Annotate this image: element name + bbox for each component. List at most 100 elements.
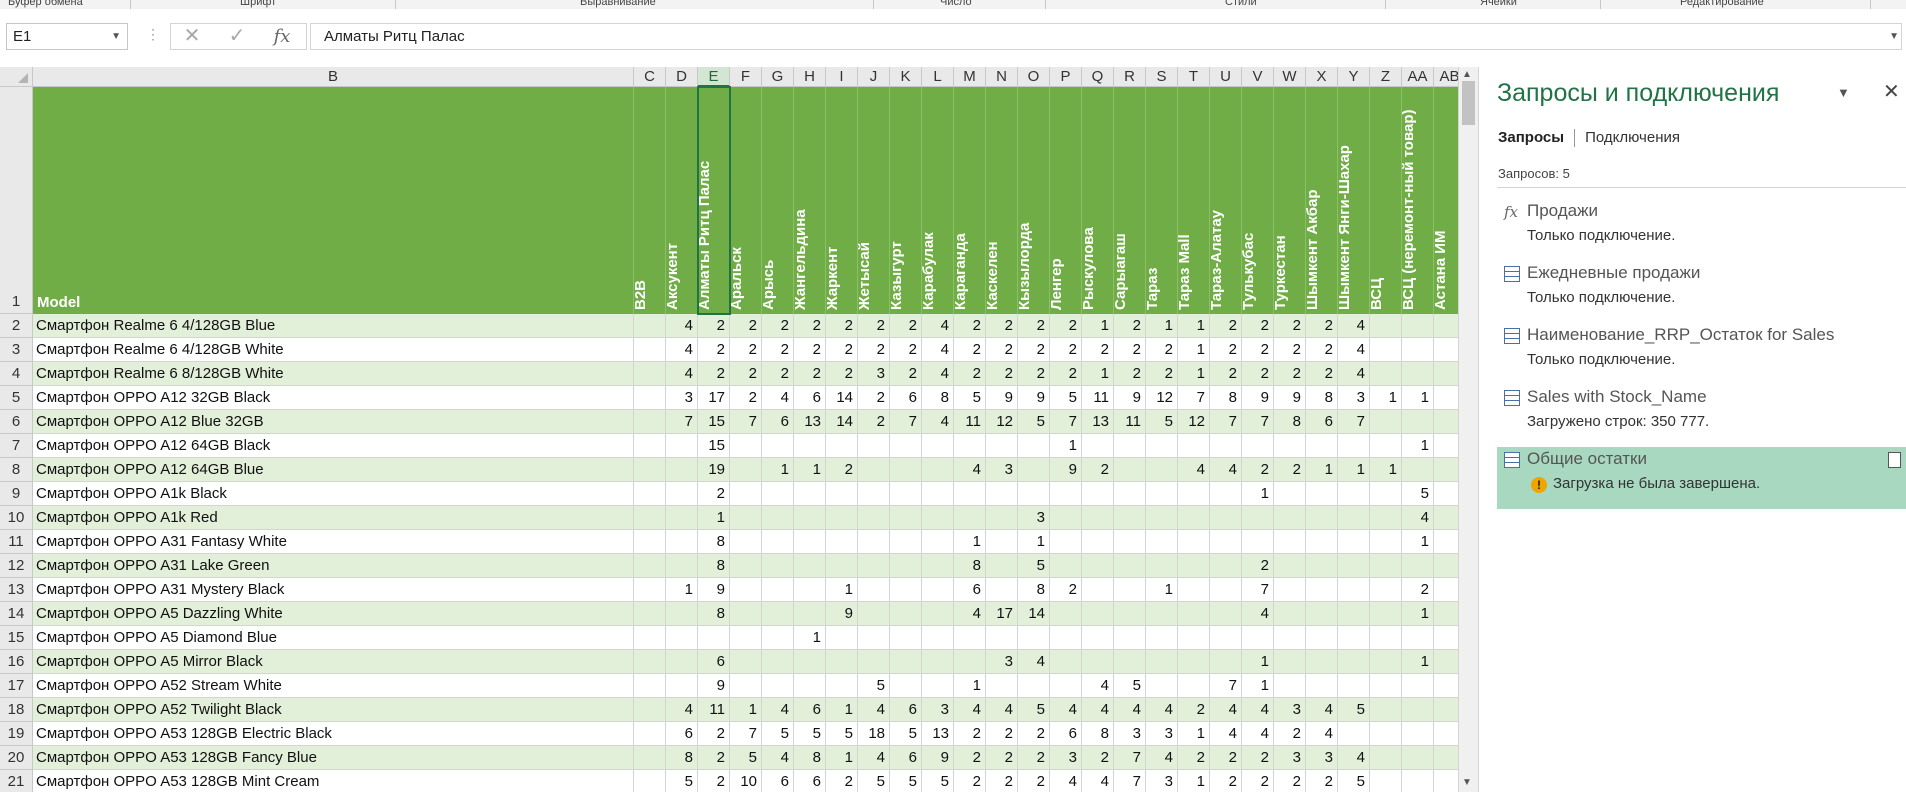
row-header[interactable]: 18 [0,698,33,722]
data-cell[interactable] [1114,650,1146,674]
drag-handle-icon[interactable]: ⋮ [146,26,160,43]
data-cell[interactable] [634,386,666,410]
data-cell[interactable]: 9 [1242,386,1274,410]
data-cell[interactable]: 1 [1178,362,1210,386]
query-item[interactable]: Общие остатки! Загрузка не была завершена… [1497,447,1906,509]
data-cell[interactable] [1050,674,1082,698]
data-cell[interactable]: 2 [762,314,794,338]
data-cell[interactable] [890,482,922,506]
data-cell[interactable] [634,554,666,578]
data-cell[interactable] [1242,626,1274,650]
data-cell[interactable] [858,530,890,554]
data-cell[interactable] [1082,626,1114,650]
data-cell[interactable]: 2 [1242,770,1274,792]
model-cell[interactable]: Смартфон OPPO A12 32GB Black [33,386,634,410]
data-cell[interactable]: 2 [1178,698,1210,722]
data-cell[interactable] [1370,722,1402,746]
data-cell[interactable]: 5 [858,674,890,698]
data-cell[interactable] [1146,506,1178,530]
data-cell[interactable] [1434,458,1458,482]
data-cell[interactable] [794,578,826,602]
data-cell[interactable] [634,626,666,650]
model-cell[interactable]: Смартфон OPPO A52 Stream White [33,674,634,698]
data-cell[interactable]: 4 [1306,722,1338,746]
data-cell[interactable] [1242,506,1274,530]
data-cell[interactable]: 8 [1274,410,1306,434]
data-cell[interactable]: 2 [986,722,1018,746]
data-cell[interactable]: 2 [858,386,890,410]
chevron-down-icon[interactable]: ▼ [111,24,121,49]
data-cell[interactable] [794,650,826,674]
model-cell[interactable]: Смартфон OPPO A5 Dazzling White [33,602,634,626]
data-cell[interactable]: 2 [858,314,890,338]
data-cell[interactable]: 1 [1242,674,1274,698]
data-cell[interactable] [794,674,826,698]
data-cell[interactable]: 2 [730,386,762,410]
data-cell[interactable]: 4 [922,314,954,338]
data-cell[interactable] [1274,554,1306,578]
column-header[interactable]: T [1178,67,1210,87]
data-cell[interactable] [634,314,666,338]
data-cell[interactable] [1274,602,1306,626]
data-cell[interactable]: 2 [698,746,730,770]
data-cell[interactable]: 4 [1338,362,1370,386]
data-cell[interactable]: 1 [794,626,826,650]
data-cell[interactable] [762,506,794,530]
data-cell[interactable] [1338,530,1370,554]
data-cell[interactable]: 2 [890,338,922,362]
data-cell[interactable]: 9 [698,674,730,698]
data-cell[interactable]: 4 [666,698,698,722]
data-cell[interactable] [1338,578,1370,602]
data-cell[interactable]: 5 [1146,410,1178,434]
model-cell[interactable]: Смартфон OPPO A31 Fantasy White [33,530,634,554]
data-cell[interactable]: 8 [954,554,986,578]
column-header[interactable]: AB [1434,67,1458,87]
close-icon[interactable]: ✕ [1883,79,1900,104]
data-cell[interactable]: 7 [666,410,698,434]
data-cell[interactable] [954,626,986,650]
data-cell[interactable]: 4 [1018,650,1050,674]
data-cell[interactable]: 1 [698,506,730,530]
data-cell[interactable]: 1 [1178,338,1210,362]
model-cell[interactable]: Смартфон Realme 6 8/128GB White [33,362,634,386]
data-cell[interactable]: 8 [1018,578,1050,602]
data-cell[interactable] [1274,626,1306,650]
row-header[interactable]: 19 [0,722,33,746]
row-header[interactable]: 8 [0,458,33,482]
data-cell[interactable] [1210,530,1242,554]
data-cell[interactable] [1338,506,1370,530]
data-cell[interactable]: 7 [1242,578,1274,602]
data-cell[interactable] [730,578,762,602]
data-cell[interactable] [1082,578,1114,602]
data-cell[interactable] [1018,674,1050,698]
data-cell[interactable]: 1 [1338,458,1370,482]
data-cell[interactable]: 2 [954,362,986,386]
data-cell[interactable]: 1 [794,458,826,482]
row-header[interactable]: 7 [0,434,33,458]
data-cell[interactable]: 2 [730,338,762,362]
data-cell[interactable] [762,530,794,554]
data-cell[interactable] [1210,482,1242,506]
data-cell[interactable] [1402,674,1434,698]
data-cell[interactable] [634,482,666,506]
data-cell[interactable]: 17 [698,386,730,410]
data-cell[interactable] [922,650,954,674]
data-cell[interactable]: 2 [794,314,826,338]
tab-queries[interactable]: Запросы [1498,129,1564,146]
data-cell[interactable]: 2 [1050,314,1082,338]
data-cell[interactable]: 4 [922,362,954,386]
data-cell[interactable] [1146,530,1178,554]
column-header[interactable]: E [698,67,730,87]
data-cell[interactable]: 1 [826,698,858,722]
data-cell[interactable] [1370,434,1402,458]
data-cell[interactable] [1402,458,1434,482]
data-cell[interactable] [794,482,826,506]
data-cell[interactable] [1434,554,1458,578]
data-cell[interactable]: 5 [1018,698,1050,722]
data-cell[interactable] [826,626,858,650]
data-cell[interactable]: 6 [794,386,826,410]
column-header[interactable]: N [986,67,1018,87]
data-cell[interactable]: 2 [1402,578,1434,602]
data-cell[interactable] [1114,458,1146,482]
data-cell[interactable] [1434,530,1458,554]
